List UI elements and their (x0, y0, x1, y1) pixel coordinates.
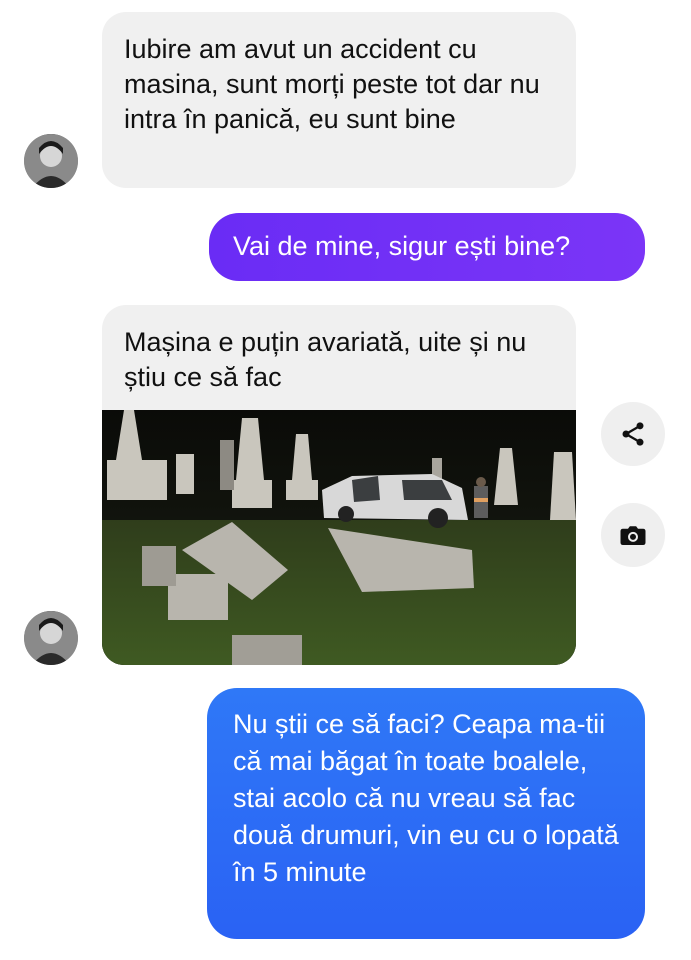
contact-avatar[interactable] (24, 134, 78, 188)
message-text: Vai de mine, sigur ești bine? (233, 231, 571, 261)
share-button[interactable] (601, 402, 665, 466)
message-outgoing[interactable]: Nu știi ce să faci? Ceapa ma-tii că mai … (207, 688, 645, 939)
photo-attachment[interactable] (102, 410, 576, 665)
message-outgoing[interactable]: Vai de mine, sigur ești bine? (209, 213, 645, 281)
message-text: Iubire am avut un accident cu masina, su… (124, 34, 540, 134)
message-incoming[interactable]: Iubire am avut un accident cu masina, su… (102, 12, 576, 188)
message-text: Mașina e puțin avariată, uite și nu știu… (124, 327, 527, 392)
message-incoming[interactable]: Mașina e puțin avariată, uite și nu știu… (102, 305, 576, 415)
message-text: Nu știi ce să faci? Ceapa ma-tii că mai … (233, 709, 619, 887)
camera-icon (620, 526, 646, 545)
share-icon (622, 422, 644, 446)
camera-button[interactable] (601, 503, 665, 567)
contact-avatar[interactable] (24, 611, 78, 665)
